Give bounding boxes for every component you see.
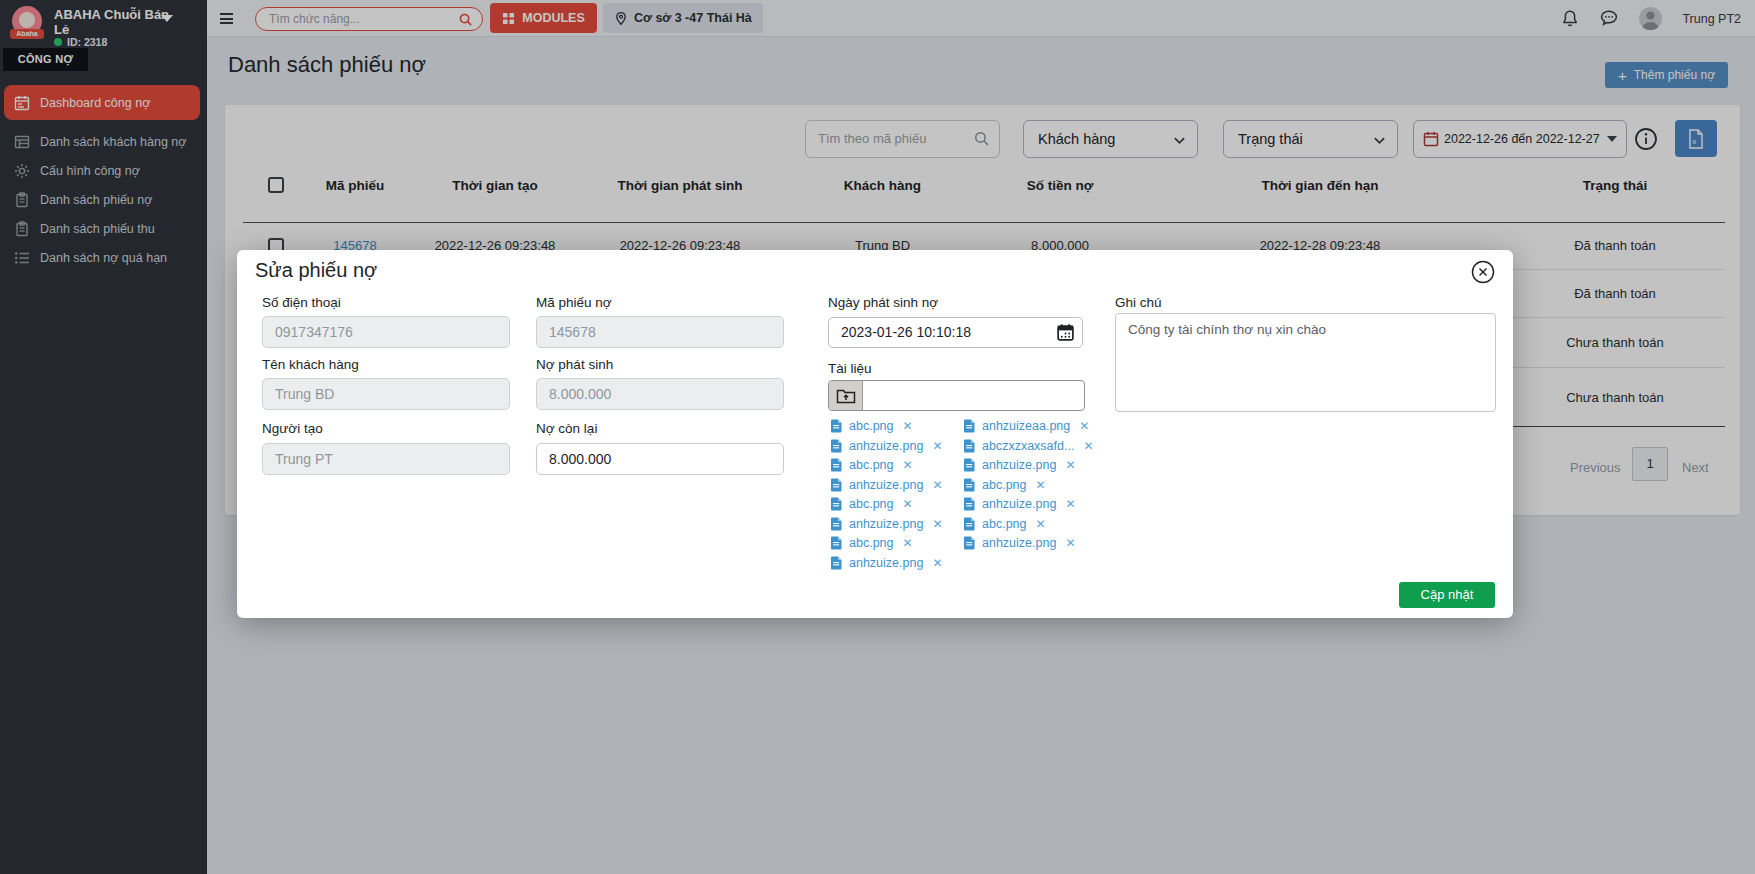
file-name[interactable]: abc.png [982, 478, 1026, 492]
date-label: Ngày phát sinh nợ [828, 295, 938, 310]
close-icon[interactable] [1470, 259, 1496, 285]
file-name[interactable]: anhzuize.png [849, 478, 923, 492]
file-chip: anhzuize.png ✕ [830, 516, 942, 532]
remove-file-icon[interactable]: ✕ [932, 478, 942, 492]
file-icon [963, 439, 976, 453]
file-icon [830, 439, 843, 453]
remove-file-icon[interactable]: ✕ [932, 439, 942, 453]
code-label: Mã phiếu nợ [536, 295, 612, 310]
remove-file-icon[interactable]: ✕ [1083, 439, 1093, 453]
file-name[interactable]: anhzuize.png [982, 497, 1056, 511]
file-chip: anhzuize.png ✕ [963, 496, 1075, 512]
note-field[interactable]: Công ty tài chính thơ nụ xin chào [1115, 313, 1496, 412]
file-name[interactable]: abc.png [982, 517, 1026, 531]
calendar-icon [1056, 323, 1075, 342]
file-icon [963, 517, 976, 531]
remove-file-icon[interactable]: ✕ [1035, 517, 1045, 531]
file-chip: abc.png ✕ [963, 477, 1046, 493]
file-chip: abczxzxaxsafd... ✕ [963, 438, 1093, 454]
file-icon [963, 478, 976, 492]
file-icon [830, 536, 843, 550]
file-upload-field[interactable] [828, 380, 1085, 411]
file-icon [963, 458, 976, 472]
file-chip: abc.png ✕ [830, 535, 913, 551]
remove-file-icon[interactable]: ✕ [1079, 419, 1089, 433]
modal-title: Sửa phiếu nợ [255, 259, 377, 282]
app: Abaha ABAHA Chuỗi Bán Lẻ ID: 2318 CÔNG N… [0, 0, 1755, 874]
file-name[interactable]: anhzuize.png [849, 556, 923, 570]
file-name[interactable]: abc.png [849, 458, 893, 472]
creator-field: Trung PT [262, 443, 510, 475]
file-icon [963, 497, 976, 511]
file-chip: abc.png ✕ [830, 418, 913, 434]
debt-remaining-label: Nợ còn lại [536, 421, 597, 436]
debt-incurred-field: 8.000.000 [536, 378, 784, 410]
file-chip: anhzuize.png ✕ [963, 535, 1075, 551]
file-name[interactable]: anhzuizeaa.png [982, 419, 1070, 433]
creator-label: Người tạo [262, 421, 323, 436]
note-label: Ghi chú [1115, 295, 1162, 310]
file-icon [963, 536, 976, 550]
file-icon [963, 419, 976, 433]
date-field[interactable]: 2023-01-26 10:10:18 [828, 317, 1083, 348]
file-chip: anhzuizeaa.png ✕ [963, 418, 1089, 434]
edit-debt-modal: Sửa phiếu nợ Số điện thoại 0917347176 Mã… [237, 250, 1513, 618]
file-name[interactable]: anhzuize.png [849, 439, 923, 453]
file-icon [830, 478, 843, 492]
debt-incurred-label: Nợ phát sinh [536, 357, 613, 372]
file-name[interactable]: anhzuize.png [849, 517, 923, 531]
file-chip: anhzuize.png ✕ [963, 457, 1075, 473]
update-button[interactable]: Cập nhật [1399, 582, 1495, 608]
file-icon [830, 497, 843, 511]
file-chip: anhzuize.png ✕ [830, 438, 942, 454]
file-name[interactable]: anhzuize.png [982, 536, 1056, 550]
file-name[interactable]: anhzuize.png [982, 458, 1056, 472]
file-name[interactable]: abczxzxaxsafd... [982, 439, 1074, 453]
debt-remaining-field[interactable]: 8.000.000 [536, 443, 784, 475]
file-icon [830, 419, 843, 433]
remove-file-icon[interactable]: ✕ [1065, 497, 1075, 511]
customer-field: Trung BD [262, 378, 510, 410]
remove-file-icon[interactable]: ✕ [902, 536, 912, 550]
file-name[interactable]: abc.png [849, 497, 893, 511]
file-icon [830, 556, 843, 570]
remove-file-icon[interactable]: ✕ [902, 419, 912, 433]
remove-file-icon[interactable]: ✕ [1065, 458, 1075, 472]
file-name[interactable]: abc.png [849, 419, 893, 433]
file-chip: abc.png ✕ [963, 516, 1046, 532]
remove-file-icon[interactable]: ✕ [932, 517, 942, 531]
file-chip: abc.png ✕ [830, 496, 913, 512]
file-chip: anhzuize.png ✕ [830, 477, 942, 493]
customer-label: Tên khách hàng [262, 357, 359, 372]
documents-label: Tài liệu [828, 361, 872, 376]
code-field: 145678 [536, 316, 784, 348]
remove-file-icon[interactable]: ✕ [1035, 478, 1045, 492]
file-chip: abc.png ✕ [830, 457, 913, 473]
remove-file-icon[interactable]: ✕ [902, 497, 912, 511]
remove-file-icon[interactable]: ✕ [902, 458, 912, 472]
file-icon [830, 517, 843, 531]
file-icon [830, 458, 843, 472]
remove-file-icon[interactable]: ✕ [932, 556, 942, 570]
file-name[interactable]: abc.png [849, 536, 893, 550]
folder-upload-icon[interactable] [829, 381, 863, 410]
phone-label: Số điện thoại [262, 295, 341, 310]
remove-file-icon[interactable]: ✕ [1065, 536, 1075, 550]
phone-field: 0917347176 [262, 316, 510, 348]
file-chip: anhzuize.png ✕ [830, 555, 942, 571]
